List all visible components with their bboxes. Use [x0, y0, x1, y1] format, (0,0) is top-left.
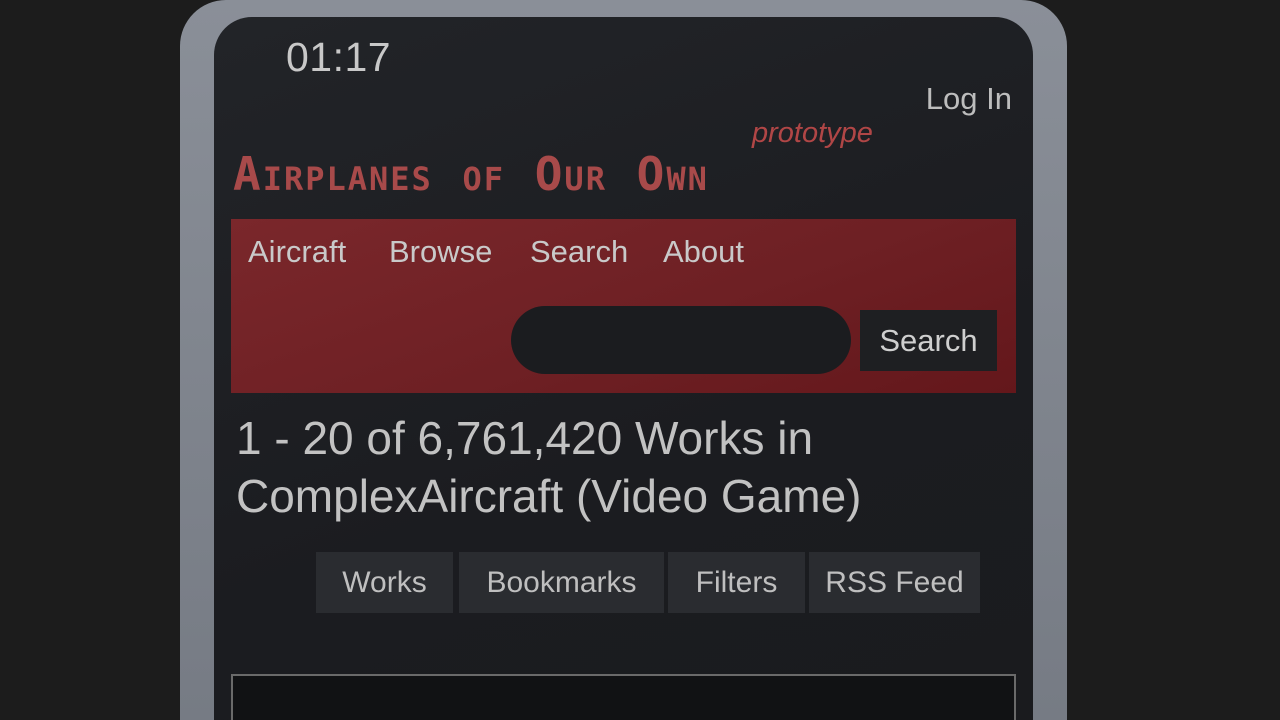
- tab-works[interactable]: Works: [316, 552, 453, 613]
- page-heading: 1 - 20 of 6,761,420 Works in ComplexAirc…: [236, 412, 862, 522]
- status-clock: 01:17: [286, 34, 392, 80]
- login-link[interactable]: Log In: [926, 81, 1012, 117]
- nav-item-aircraft[interactable]: Aircraft: [248, 234, 346, 270]
- tab-bookmarks[interactable]: Bookmarks: [459, 552, 664, 613]
- tab-rss-feed[interactable]: RSS Feed: [809, 552, 980, 613]
- primary-navigation: Aircraft Browse Search About Search: [231, 219, 1016, 393]
- site-subtitle: prototype: [752, 117, 873, 149]
- content-panel: [231, 674, 1016, 720]
- tab-filters[interactable]: Filters: [668, 552, 805, 613]
- phone-screen: 01:17 Log In Airplanes of Our Own protot…: [214, 17, 1033, 720]
- site-title[interactable]: Airplanes of Our Own: [233, 147, 709, 201]
- search-button[interactable]: Search: [860, 310, 997, 371]
- nav-item-search[interactable]: Search: [530, 234, 628, 270]
- search-input[interactable]: [511, 306, 851, 374]
- nav-item-about[interactable]: About: [663, 234, 744, 270]
- nav-item-browse[interactable]: Browse: [389, 234, 492, 270]
